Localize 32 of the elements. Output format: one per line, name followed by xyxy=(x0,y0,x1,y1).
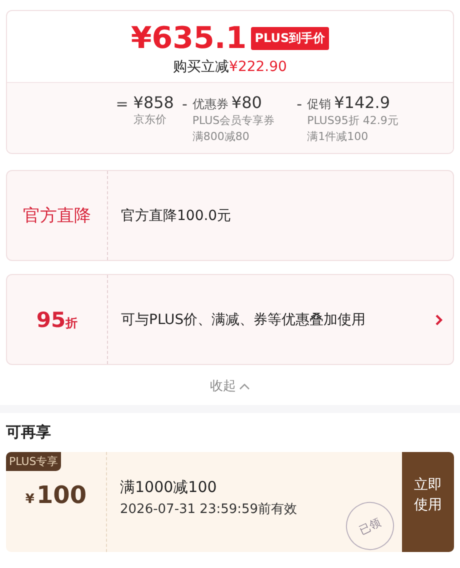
breakdown-amount: ¥80 xyxy=(231,93,262,112)
discount-value: 95折 xyxy=(36,308,78,332)
operator-sign: - xyxy=(182,94,188,115)
plus-price-badge: PLUS到手价 xyxy=(250,27,330,50)
promotion-card[interactable]: 95折 可与PLUS价、满减、券等优惠叠加使用 xyxy=(6,274,454,365)
promotion-description: 官方直降100.0元 xyxy=(121,206,232,224)
breakdown-note: 京东价 xyxy=(133,112,168,128)
promotion-title: 官方直降 xyxy=(23,205,91,227)
use-now-button[interactable]: 立即使用 xyxy=(402,452,454,552)
breakdown-amount: ¥142.9 xyxy=(334,93,390,112)
breakdown-note: 满800减80 xyxy=(192,129,250,145)
breakdown-label: 促销 xyxy=(307,96,332,113)
breakdown-note: 满1件减100 xyxy=(307,129,370,145)
collapse-button[interactable]: 收起 xyxy=(210,377,250,395)
caret-up-icon xyxy=(239,382,250,390)
section-title: 可再享 xyxy=(6,423,52,442)
saving-label: 购买立减 xyxy=(173,59,230,75)
plus-price: ¥635.1 xyxy=(130,21,247,56)
chevron-right-icon[interactable] xyxy=(435,314,443,326)
operator-sign: - xyxy=(296,94,302,115)
coupon-amount: ¥100 xyxy=(25,481,87,509)
saving-amount: ¥222.90 xyxy=(229,59,287,75)
coupon-condition: 满1000减100 xyxy=(120,478,217,497)
operator-sign: = xyxy=(116,94,128,115)
breakdown-label: 优惠券 xyxy=(192,96,228,113)
promotion-card[interactable]: 官方直降 官方直降100.0元 xyxy=(6,170,454,261)
promotion-description: 可与PLUS价、满减、券等优惠叠加使用 xyxy=(121,310,366,328)
coupon-validity: 2026-07-31 23:59:59前有效 xyxy=(120,501,298,518)
breakdown-note: PLUS95折 42.9元 xyxy=(307,113,398,129)
coupon-tag: PLUS专享 xyxy=(6,452,62,471)
breakdown-note: PLUS会员专享券 xyxy=(192,113,275,129)
breakdown-amount: ¥858 xyxy=(133,93,174,112)
